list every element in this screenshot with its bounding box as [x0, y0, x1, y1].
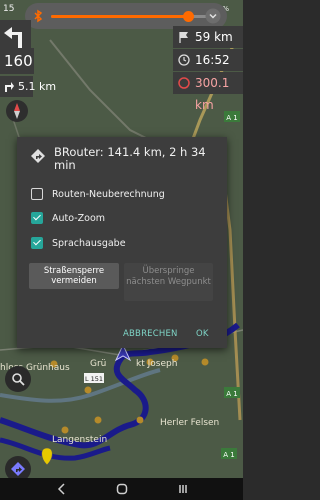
- volume-fill: [51, 15, 189, 18]
- recents-icon[interactable]: [177, 483, 189, 495]
- road-shield-l151: L 151: [84, 373, 104, 383]
- remaining-distance: 59 km: [195, 30, 233, 44]
- skip-waypoint-button[interactable]: Überspringe nächsten Wegpunkt: [124, 263, 213, 301]
- directions-icon: [31, 149, 45, 163]
- compass-button[interactable]: [6, 100, 28, 122]
- navigation-dialog: BRouter: 141.4 km, 2 h 34 min Routen-Neu…: [17, 137, 227, 348]
- place-label: Grü: [90, 359, 106, 369]
- dialog-title: BRouter: 141.4 km, 2 h 34 min: [54, 145, 206, 172]
- remaining-distance-widget[interactable]: 59 km: [173, 26, 243, 48]
- max-distance-icon: [178, 77, 190, 89]
- navigation-icon: [11, 462, 25, 476]
- option-label: Routen-Neuberechnung: [52, 189, 165, 200]
- max-distance-widget[interactable]: 300.1 km: [173, 72, 243, 112]
- turn-distance: 160 m: [0, 48, 34, 96]
- home-icon[interactable]: [116, 483, 128, 495]
- voice-checkbox[interactable]: [31, 237, 43, 249]
- option-voice[interactable]: Sprachausgabe: [31, 237, 221, 251]
- place-label: Langenstein: [52, 435, 107, 445]
- search-icon: [12, 373, 25, 386]
- status-time: 15: [3, 4, 15, 14]
- clock-icon: [178, 54, 190, 66]
- auto-zoom-checkbox[interactable]: [31, 212, 43, 224]
- road-shield-a1-bottom2: A 1: [221, 448, 237, 459]
- option-auto-zoom[interactable]: Auto-Zoom: [31, 212, 221, 226]
- turn-left-icon: [4, 27, 22, 48]
- recalculation-checkbox[interactable]: [31, 188, 43, 200]
- place-label: kt Joseph: [136, 359, 177, 369]
- road-shield-a1-top: A 1: [224, 111, 240, 122]
- back-icon[interactable]: [56, 483, 68, 495]
- option-label: Auto-Zoom: [52, 213, 106, 224]
- next-turn-widget[interactable]: 5.1 km: [0, 76, 56, 97]
- road-shield-a1-bottom: A 1: [224, 387, 240, 398]
- system-nav-bar: [0, 478, 243, 500]
- svg-text:A 1: A 1: [226, 114, 237, 122]
- turn-arrow-widget[interactable]: [0, 20, 31, 48]
- svg-text:L 151: L 151: [85, 375, 103, 383]
- place-label: Herler Felsen: [160, 418, 219, 428]
- option-label: Sprachausgabe: [52, 238, 126, 249]
- flag-icon: [179, 32, 188, 43]
- cancel-button[interactable]: ABBRECHEN: [123, 329, 178, 339]
- volume-slider[interactable]: [51, 11, 209, 22]
- compass-icon: [14, 103, 20, 119]
- arrival-time: 16:52: [195, 53, 230, 67]
- avoid-roadblock-button[interactable]: Straßensperre vermeiden: [29, 263, 119, 289]
- search-button[interactable]: [5, 366, 31, 392]
- arrival-time-widget[interactable]: 16:52: [173, 49, 243, 71]
- svg-text:A 1: A 1: [223, 451, 234, 459]
- option-recalculation[interactable]: Routen-Neuberechnung: [31, 188, 221, 202]
- ok-button[interactable]: OK: [196, 329, 209, 339]
- volume-thumb[interactable]: [183, 11, 195, 22]
- svg-text:A 1: A 1: [226, 390, 237, 398]
- bluetooth-icon[interactable]: [31, 9, 45, 23]
- turn-right-icon: [5, 82, 14, 92]
- chevron-down-icon[interactable]: [205, 8, 221, 24]
- next-turn-distance: 5.1 km: [18, 80, 57, 93]
